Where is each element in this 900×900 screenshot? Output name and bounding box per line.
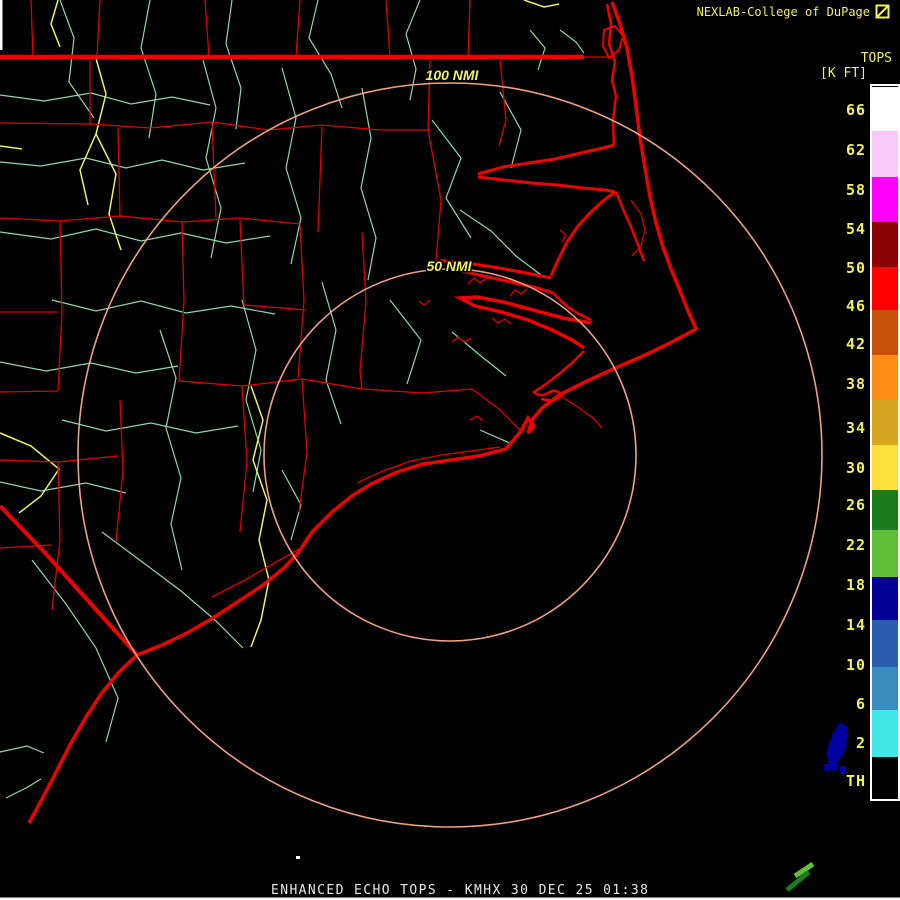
albemarle-north: [477, 143, 615, 176]
beaufort-shore: [532, 350, 585, 403]
colorbar-segment-8: [872, 445, 898, 490]
colorbar-segment-11: [872, 577, 898, 620]
radar-display: 50 NMI 100 NMI NEXLAB-College of DuPage …: [0, 0, 900, 900]
coastline-layer: [27, 1, 699, 824]
albemarle-south: [477, 175, 616, 194]
frame-left-segment: [0, 0, 3, 50]
neuse-river: [453, 295, 592, 350]
range-ring-100-label: 100 NMI: [426, 67, 480, 83]
radar-map: 50 NMI 100 NMI: [0, 0, 900, 900]
frame-fleck: [296, 856, 300, 859]
colorbar-segment-12: [872, 620, 898, 667]
colorbar-segment-0: [872, 87, 898, 131]
coast-outer-banks: [27, 1, 699, 824]
colorbar-segment-5: [872, 310, 898, 355]
colorbar-segment-6: [872, 355, 898, 400]
colorbar-segment-1: [872, 131, 898, 177]
colorbar-segment-4: [872, 267, 898, 310]
status-bar: ENHANCED ECHO TOPS - KMHX 30 DEC 25 01:3…: [271, 883, 650, 898]
range-rings-layer: 50 NMI 100 NMI: [77, 66, 823, 828]
colorbar-segment-7: [872, 400, 898, 445]
red-boundary-layer: [0, 0, 646, 611]
frame-border-layer: [0, 0, 900, 900]
range-ring-50-label: 50 NMI: [426, 258, 472, 274]
colorbar-segment-2: [872, 177, 898, 222]
echo-navy-bit-1: [824, 764, 830, 771]
colorbar-segment-15: [872, 757, 898, 797]
legend-title: TOPS: [860, 51, 892, 66]
attribution-text: NEXLAB-College of DuPage: [696, 4, 870, 19]
colorbar-segment-14: [872, 710, 898, 757]
highway-lines-layer: [0, 0, 560, 648]
echo-navy-bit-2: [840, 766, 846, 774]
pamlico-west-shore: [549, 190, 616, 277]
colorbar-segment-9: [872, 490, 898, 530]
nc-sc-border: [0, 504, 139, 657]
colorbar-segment-13: [872, 667, 898, 710]
range-ring-50nmi: [263, 268, 637, 642]
range-ring-100nmi: [77, 82, 823, 828]
croatan-sound: [614, 191, 646, 262]
cod-logo-icon: [875, 4, 890, 19]
colorbar-segment-10: [872, 530, 898, 577]
colorbar: [870, 84, 900, 801]
county-lines-layer: [0, 0, 585, 799]
colorbar-segment-3: [872, 222, 898, 267]
legend-units: [K FT]: [820, 66, 867, 81]
attribution-bar: NEXLAB-College of DuPage: [697, 4, 890, 19]
